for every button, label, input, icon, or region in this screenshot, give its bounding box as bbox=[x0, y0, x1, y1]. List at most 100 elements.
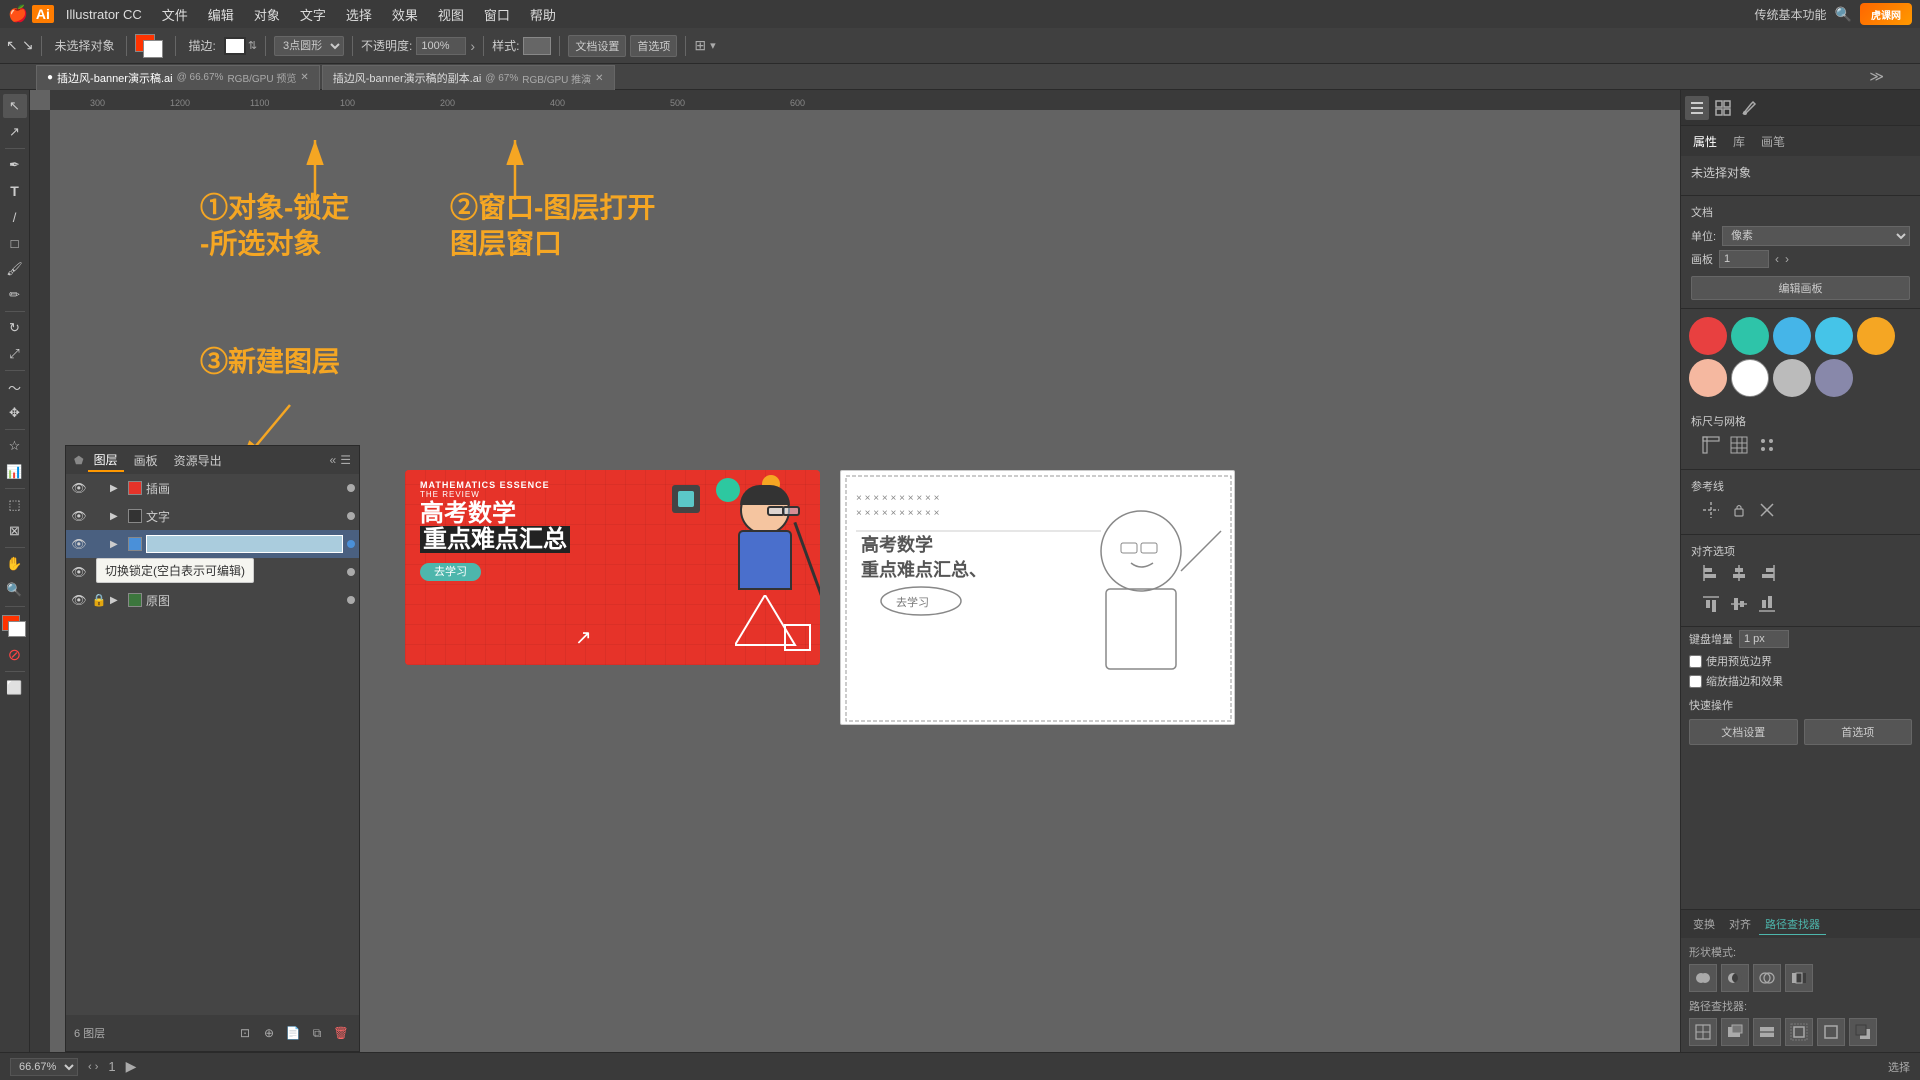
align-center-v-icon[interactable] bbox=[1727, 592, 1751, 616]
layers-collapse-icon[interactable]: ⬟ bbox=[74, 454, 84, 467]
delete-layer-btn[interactable]: 🗑 bbox=[331, 1023, 351, 1043]
menu-item-edit[interactable]: 编辑 bbox=[200, 3, 242, 26]
swatch-teal[interactable] bbox=[1731, 317, 1769, 355]
hand-tool[interactable]: ✋ bbox=[3, 552, 27, 576]
swatch-gray[interactable] bbox=[1773, 359, 1811, 397]
lock-guides-icon[interactable] bbox=[1727, 498, 1751, 522]
toolbar-selection-icon[interactable]: ↖ bbox=[6, 37, 18, 54]
layers-tab-layers[interactable]: 图层 bbox=[88, 449, 124, 472]
none-icon[interactable]: ⊘ bbox=[3, 643, 27, 667]
align-left-icon[interactable] bbox=[1699, 561, 1723, 585]
show-rulers-icon[interactable] bbox=[1699, 433, 1723, 457]
tab-2[interactable]: 插边风-banner演示稿的副本.ai @ 67% RGB/GPU 推演 ✕ bbox=[322, 65, 615, 90]
layer-lock-text[interactable] bbox=[92, 509, 106, 523]
right-tab-properties[interactable]: 属性 bbox=[1685, 129, 1725, 154]
scale-tool[interactable]: ⤢ bbox=[3, 342, 27, 366]
layer-lock-illustration[interactable] bbox=[92, 481, 106, 495]
layer-row-editing[interactable]: 👁 ▶ 切换锁定(空白表示可编辑) bbox=[66, 530, 359, 558]
artboard-tool[interactable]: ⬚ bbox=[3, 493, 27, 517]
align-bottom-icon[interactable] bbox=[1755, 592, 1779, 616]
change-screen-mode[interactable]: ⬜ bbox=[3, 676, 27, 700]
divide-btn[interactable] bbox=[1689, 1018, 1717, 1046]
duplicate-layer-btn[interactable]: ⧉ bbox=[307, 1023, 327, 1043]
swatch-white[interactable] bbox=[1731, 359, 1769, 397]
show-grid-icon[interactable] bbox=[1727, 433, 1751, 457]
snap-to-grid-icon[interactable] bbox=[1755, 433, 1779, 457]
swatch-orange[interactable] bbox=[1857, 317, 1895, 355]
properties-icon[interactable] bbox=[1685, 96, 1709, 120]
crop-btn[interactable] bbox=[1785, 1018, 1813, 1046]
clear-guides-icon[interactable] bbox=[1755, 498, 1779, 522]
artboard-input[interactable] bbox=[1719, 250, 1769, 268]
slice-tool[interactable]: ⊠ bbox=[3, 519, 27, 543]
stroke-arrows[interactable]: ⇅ bbox=[248, 39, 257, 52]
align-top-icon[interactable] bbox=[1699, 592, 1723, 616]
quick-doc-settings-btn[interactable]: 文档设置 bbox=[1689, 719, 1798, 745]
unite-btn[interactable] bbox=[1689, 964, 1717, 992]
search-icon[interactable]: 🔍 bbox=[1835, 6, 1852, 23]
pencil-tool[interactable]: ✏ bbox=[3, 283, 27, 307]
layer-visibility-editing[interactable]: 👁 bbox=[70, 535, 88, 553]
doc-settings-btn[interactable]: 文档设置 bbox=[568, 35, 626, 57]
brush-icon[interactable] bbox=[1737, 96, 1761, 120]
new-layer-btn[interactable]: 📄 bbox=[283, 1023, 303, 1043]
column-graph-tool[interactable]: 📊 bbox=[3, 460, 27, 484]
swatch-peach[interactable] bbox=[1689, 359, 1727, 397]
layer-expand-editing[interactable]: ▶ bbox=[110, 539, 124, 550]
layers-tab-artboards[interactable]: 画板 bbox=[128, 450, 164, 471]
bottom-tab-align[interactable]: 对齐 bbox=[1723, 914, 1757, 934]
exclude-btn[interactable] bbox=[1785, 964, 1813, 992]
menu-item-view[interactable]: 视图 bbox=[430, 3, 472, 26]
menu-item-help[interactable]: 帮助 bbox=[522, 3, 564, 26]
layer-lock-original[interactable]: 🔒 bbox=[92, 593, 106, 607]
menu-item-text[interactable]: 文字 bbox=[292, 3, 334, 26]
unit-selector[interactable]: 像素 bbox=[1722, 226, 1910, 246]
layer-visibility-text[interactable]: 👁 bbox=[70, 507, 88, 525]
shape-selector[interactable]: 3点圆形 bbox=[274, 36, 344, 56]
zoom-tool[interactable]: 🔍 bbox=[3, 578, 27, 602]
add-sublayer-btn[interactable]: ⊕ bbox=[259, 1023, 279, 1043]
apple-menu[interactable]: 🍎 bbox=[8, 4, 28, 24]
layer-expand-original[interactable]: ▶ bbox=[110, 595, 124, 606]
align-center-h-icon[interactable] bbox=[1727, 561, 1751, 585]
opacity-input[interactable] bbox=[416, 37, 466, 55]
preferences-btn[interactable]: 首选项 bbox=[630, 35, 677, 57]
paintbrush-tool[interactable]: 🖌 bbox=[3, 257, 27, 281]
menu-item-illustrator[interactable]: Illustrator CC bbox=[58, 5, 150, 24]
rotate-tool[interactable]: ↻ bbox=[3, 316, 27, 340]
swatch-red[interactable] bbox=[1689, 317, 1727, 355]
intersect-btn[interactable] bbox=[1753, 964, 1781, 992]
stroke-color-box[interactable] bbox=[224, 37, 246, 55]
layer-row-original[interactable]: 👁 🔒 ▶ 原图 bbox=[66, 586, 359, 614]
layer-row-text[interactable]: 👁 ▶ 文字 bbox=[66, 502, 359, 530]
opacity-arrow-right[interactable]: › bbox=[470, 38, 475, 54]
menu-item-effect[interactable]: 效果 bbox=[384, 3, 426, 26]
tab-1[interactable]: ● 插边风-banner演示稿.ai @ 66.67% RGB/GPU 预览 ✕ bbox=[36, 65, 320, 91]
layer-visibility-original[interactable]: 👁 bbox=[70, 591, 88, 609]
style-box[interactable] bbox=[523, 37, 551, 55]
layer-visibility-colors[interactable]: 👁 bbox=[70, 563, 88, 581]
direct-selection-tool[interactable]: ↗ bbox=[3, 120, 27, 144]
layers-tab-export[interactable]: 资源导出 bbox=[168, 450, 228, 471]
line-tool[interactable]: / bbox=[3, 205, 27, 229]
warp-tool[interactable]: 〜 bbox=[3, 375, 27, 399]
scale-strokes-checkbox[interactable] bbox=[1689, 675, 1702, 688]
layer-visibility-illustration[interactable]: 👁 bbox=[70, 479, 88, 497]
artboard-next[interactable]: › bbox=[1785, 252, 1789, 266]
layer-expand-illustration[interactable]: ▶ bbox=[110, 483, 124, 494]
library-icon[interactable] bbox=[1711, 96, 1735, 120]
kbd-increment-input[interactable] bbox=[1739, 630, 1789, 648]
tabs-overflow[interactable]: ≫ bbox=[1869, 68, 1884, 85]
quick-preferences-btn[interactable]: 首选项 bbox=[1804, 719, 1913, 745]
swatch-light-blue[interactable] bbox=[1815, 317, 1853, 355]
symbol-tool[interactable]: ☆ bbox=[3, 434, 27, 458]
tab-1-close[interactable]: ✕ bbox=[300, 72, 308, 83]
fill-color[interactable] bbox=[135, 32, 167, 60]
selection-tool[interactable]: ↖ bbox=[3, 94, 27, 118]
minus-front-btn[interactable] bbox=[1721, 964, 1749, 992]
arrange-icon[interactable]: ⊞ bbox=[694, 37, 706, 54]
make-clipping-mask-btn[interactable]: ⊡ bbox=[235, 1023, 255, 1043]
scale-corners-checkbox[interactable] bbox=[1689, 655, 1702, 668]
layer-name-input[interactable] bbox=[146, 535, 343, 553]
toolbar-arrow-icon[interactable]: ↖ bbox=[22, 37, 34, 54]
